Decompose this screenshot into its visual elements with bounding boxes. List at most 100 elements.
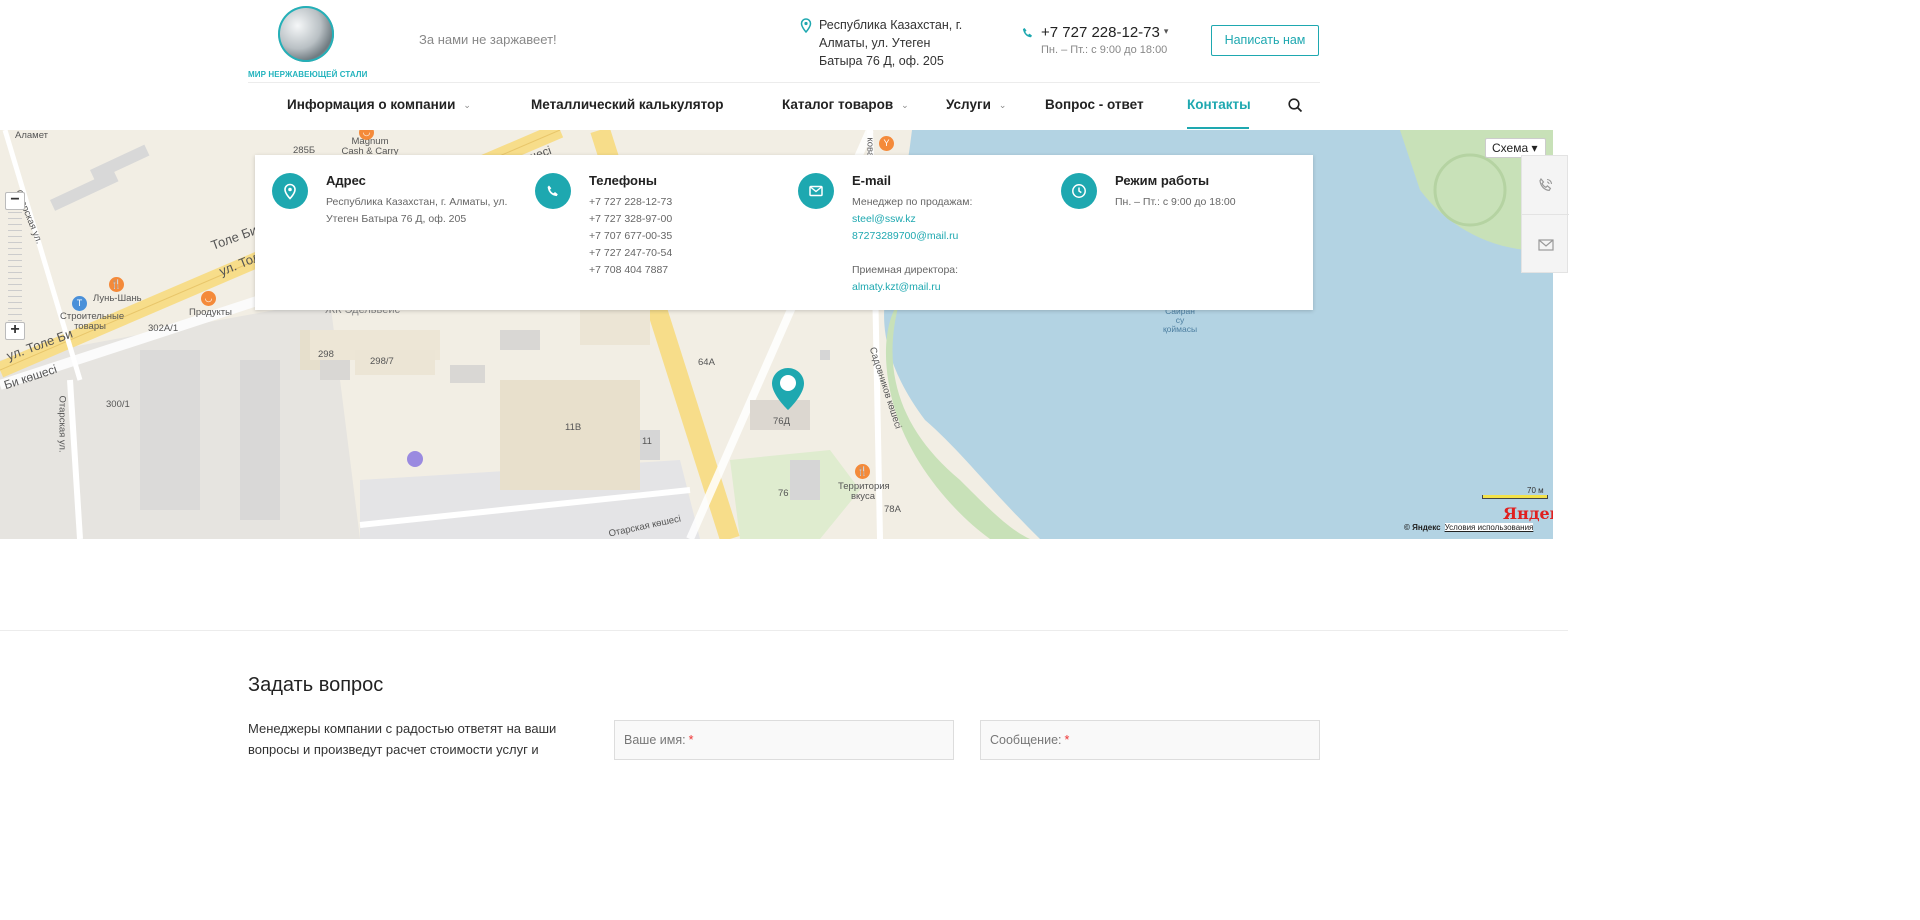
director-label: Приемная директора: <box>852 264 959 276</box>
yandex-logo[interactable]: Яндекс <box>1503 504 1553 523</box>
slogan: За нами не заржавеет! <box>419 32 557 47</box>
zoom-slider[interactable] <box>8 212 22 324</box>
phone-icon <box>1022 28 1032 38</box>
map-copyright: © Яндекс Условия использования <box>1404 523 1534 532</box>
mail-icon[interactable] <box>1537 238 1554 251</box>
copyright-text: © Яндекс <box>1404 523 1441 532</box>
nav-label[interactable]: Информация о компании <box>287 97 455 112</box>
map-label: Лунь-Шань <box>93 293 142 304</box>
name-field[interactable]: Ваше имя: * <box>614 720 954 760</box>
site-logo[interactable]: МИР НЕРЖАВЕЮЩЕЙ СТАЛИ <box>248 4 368 79</box>
map-label: Отарская ул. <box>56 395 68 453</box>
nav-item-catalog[interactable]: Каталог товаров ⌄ <box>782 97 909 112</box>
map-label: 78А <box>884 504 901 515</box>
search-icon[interactable] <box>1288 98 1303 113</box>
map-label: 302А/1 <box>148 323 179 334</box>
chevron-down-icon[interactable]: ⌄ <box>999 100 1007 110</box>
nav-label[interactable]: Каталог товаров <box>782 97 893 112</box>
map-label: Сайран су қоймасы <box>1162 306 1198 334</box>
map-label: 298 <box>318 349 334 360</box>
contact-address-title: Адрес <box>326 173 366 188</box>
map-label: 76Д <box>773 416 791 427</box>
nav-item-calculator[interactable]: Металлический калькулятор <box>531 97 724 112</box>
cafe-icon[interactable]: Y <box>879 136 894 151</box>
header-address-text: Республика Казахстан, г. Алматы, ул. Уте… <box>819 18 963 68</box>
phone-number[interactable]: +7 707 677-00-35 <box>589 228 779 245</box>
logo-emblem <box>278 6 334 62</box>
header-phone-number[interactable]: +7 727 228-12-73 <box>1041 24 1160 41</box>
zoom-out-button[interactable]: − <box>5 192 25 210</box>
map-label: Продукты <box>189 307 232 318</box>
map-label: 11В <box>565 422 582 433</box>
question-section-title: Задать вопрос <box>248 674 384 696</box>
message-field-label: Сообщение: <box>990 733 1062 747</box>
contact-hours-title: Режим работы <box>1115 173 1210 188</box>
logo-text: МИР НЕРЖАВЕЮЩЕЙ СТАЛИ <box>248 70 368 79</box>
nav-label[interactable]: Металлический калькулятор <box>531 97 724 112</box>
phone-number[interactable]: +7 727 228-12-73 <box>589 194 779 211</box>
chevron-down-icon[interactable]: ⌄ <box>463 100 471 110</box>
contact-phones-body: Телефоны +7 727 228-12-73 +7 727 328-97-… <box>589 173 779 279</box>
contacts-card: Адрес Республика Казахстан, г. Алматы, у… <box>255 155 1313 310</box>
zoom-in-button[interactable]: + <box>5 322 25 340</box>
director-email-link[interactable]: almaty.kzt@mail.ru <box>852 279 1042 296</box>
nav-label[interactable]: Контакты <box>1187 97 1251 112</box>
location-pin-icon <box>272 173 308 209</box>
map-label: 298/7 <box>370 356 394 367</box>
required-mark: * <box>688 733 694 747</box>
phone-icon <box>535 173 571 209</box>
required-mark: * <box>1064 733 1070 747</box>
nav-item-contacts[interactable]: Контакты <box>1187 97 1251 112</box>
header-phone[interactable]: +7 727 228-12-73 ▾ <box>1041 24 1192 41</box>
phone-call-icon[interactable] <box>1538 177 1554 193</box>
office-location-pin-icon[interactable] <box>771 367 805 411</box>
name-field-label: Ваше имя: <box>624 733 686 747</box>
header-hours: Пн. – Пт.: с 9:00 до 18:00 <box>1041 44 1168 56</box>
map-label: 300/1 <box>106 399 130 410</box>
header-phone-block: +7 727 228-12-73 ▾ Пн. – Пт.: с 9:00 до 1… <box>1022 24 1192 56</box>
write-us-button[interactable]: Написать нам <box>1211 25 1319 56</box>
site-header: МИР НЕРЖАВЕЮЩЕЙ СТАЛИ За нами не заржаве… <box>0 0 1568 130</box>
contact-address-line: Республика Казахстан, г. Алматы, ул. <box>326 196 508 208</box>
restaurant-icon[interactable]: 🍴 <box>855 464 870 479</box>
phone-number[interactable]: +7 727 328-97-00 <box>589 211 779 228</box>
message-field[interactable]: Сообщение: * <box>980 720 1320 760</box>
chevron-down-icon[interactable]: ▾ <box>1164 26 1169 36</box>
phone-number[interactable]: +7 727 247-70-54 <box>589 245 779 262</box>
sales-manager-label: Менеджер по продажам: <box>852 196 973 208</box>
map-scale-label: 70 м <box>1527 486 1544 495</box>
nav-label[interactable]: Вопрос - ответ <box>1045 97 1144 112</box>
active-nav-underline <box>1187 127 1249 129</box>
section-divider <box>0 630 1568 631</box>
map-label: Аламет <box>15 130 49 141</box>
main-nav: Информация о компании ⌄ Металлический кал… <box>0 83 1568 130</box>
hardware-store-icon[interactable]: T <box>72 296 87 311</box>
location-pin-icon <box>800 18 812 33</box>
restaurant-icon[interactable]: 🍴 <box>109 277 124 292</box>
nav-label[interactable]: Услуги <box>946 97 991 112</box>
chevron-down-icon[interactable]: ⌄ <box>901 100 909 110</box>
map-zoom-control[interactable]: − + <box>5 192 25 344</box>
header-address: Республика Казахстан, г. Алматы, ул. Уте… <box>800 16 970 70</box>
shop-basket-icon[interactable]: ◡ <box>201 291 216 306</box>
contact-address-body: Адрес Республика Казахстан, г. Алматы, у… <box>326 173 516 228</box>
map-label: 64А <box>698 357 715 368</box>
nav-item-services[interactable]: Услуги ⌄ <box>946 97 1006 112</box>
contact-email-body: E-mail Менеджер по продажам: steel@ssw.k… <box>852 173 1042 296</box>
callback-button[interactable] <box>1522 156 1569 215</box>
nav-item-company[interactable]: Информация о компании ⌄ <box>287 97 471 112</box>
side-contact-widget <box>1521 155 1569 274</box>
phone-number[interactable]: +7 708 404 7887 <box>589 262 779 279</box>
work-hours: Пн. – Пт.: с 9:00 до 18:00 <box>1115 196 1236 208</box>
map-scale-bar <box>1482 495 1548 499</box>
nav-item-faq[interactable]: Вопрос - ответ <box>1045 97 1144 112</box>
mail-icon <box>798 173 834 209</box>
contact-address-line: Утеген Батыра 76 Д, оф. 205 <box>326 213 467 225</box>
sales-email-link[interactable]: steel@ssw.kz <box>852 211 1042 228</box>
question-section-text: Менеджеры компании с радостью ответят на… <box>248 721 557 757</box>
sales-email-link[interactable]: 87273289700@mail.ru <box>852 228 1042 245</box>
map-label: Magnum Cash & Carry <box>341 136 399 157</box>
message-button[interactable] <box>1522 215 1569 274</box>
terms-link[interactable]: Условия использования <box>1444 523 1534 532</box>
